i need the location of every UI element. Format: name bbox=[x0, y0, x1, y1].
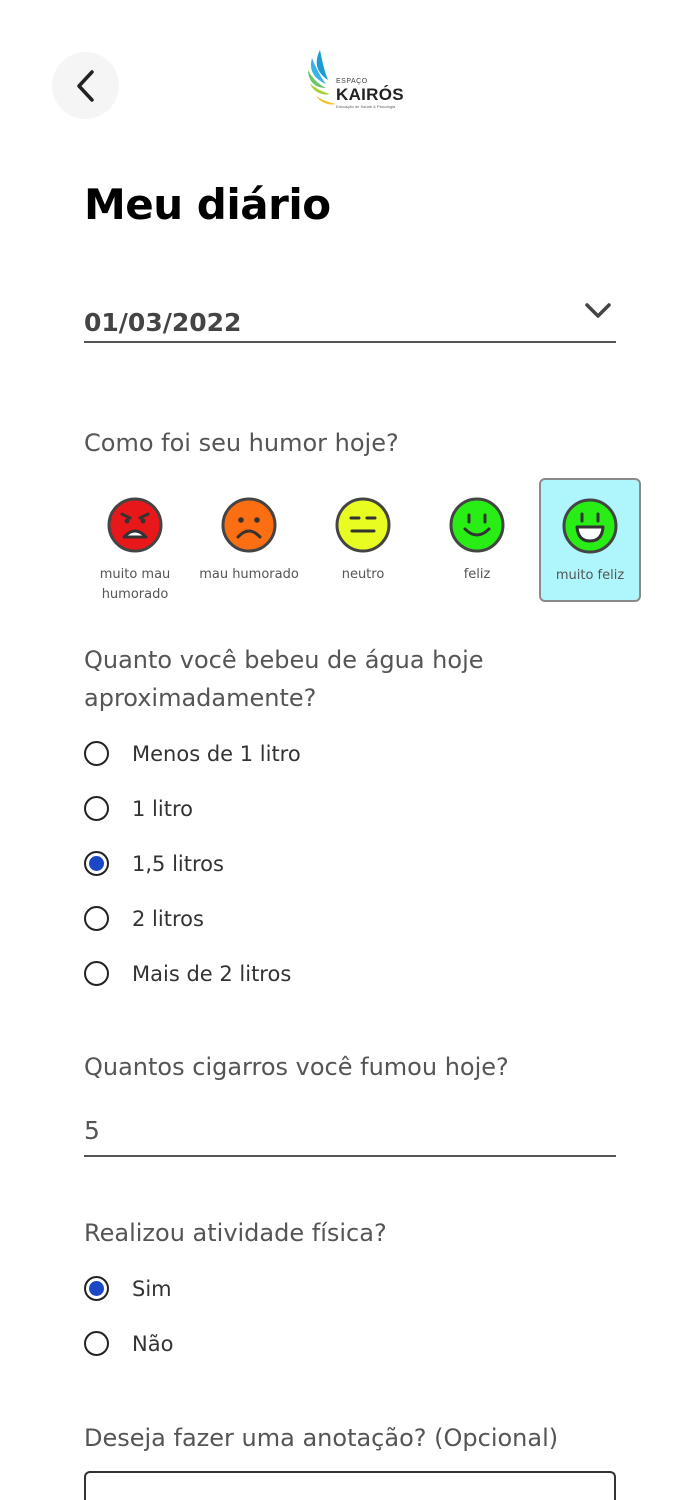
water-options: Menos de 1 litro 1 litro 1,5 litros 2 li… bbox=[84, 726, 301, 1001]
water-option[interactable]: Menos de 1 litro bbox=[84, 726, 301, 781]
water-option[interactable]: 2 litros bbox=[84, 891, 301, 946]
water-option[interactable]: 1,5 litros bbox=[84, 836, 301, 891]
cigarettes-value: 5 bbox=[84, 1116, 100, 1145]
water-option[interactable]: Mais de 2 litros bbox=[84, 946, 301, 1001]
mood-selector: muito mau humorado mau humorado neutro f… bbox=[78, 478, 642, 602]
water-option[interactable]: 1 litro bbox=[84, 781, 301, 836]
radio-button[interactable] bbox=[84, 851, 109, 876]
mood-option-very-happy[interactable]: muito feliz bbox=[539, 478, 641, 602]
mood-label: feliz bbox=[463, 567, 491, 582]
exercise-options: Sim Não bbox=[84, 1261, 173, 1371]
chevron-down-icon bbox=[585, 302, 611, 318]
very-angry-face-icon bbox=[107, 497, 163, 553]
radio-label: 2 litros bbox=[132, 906, 204, 931]
radio-label: 1 litro bbox=[132, 796, 193, 821]
radio-button[interactable] bbox=[84, 1331, 109, 1356]
mood-option-happy[interactable]: feliz bbox=[426, 478, 528, 602]
logo-main-text: KAIRÓS bbox=[336, 85, 404, 104]
date-dropdown[interactable]: 01/03/2022 bbox=[84, 290, 616, 343]
smile-face-icon bbox=[449, 497, 505, 553]
radio-button[interactable] bbox=[84, 741, 109, 766]
radio-label: Não bbox=[132, 1331, 174, 1356]
radio-label: Menos de 1 litro bbox=[132, 741, 301, 766]
mood-option-neutral[interactable]: neutro bbox=[312, 478, 414, 602]
note-textarea[interactable] bbox=[84, 1471, 616, 1500]
mood-option-bad[interactable]: mau humorado bbox=[198, 478, 300, 602]
exercise-option[interactable]: Sim bbox=[84, 1261, 173, 1316]
radio-label: Sim bbox=[132, 1276, 172, 1301]
note-question: Deseja fazer uma anotação? (Opcional) bbox=[84, 1424, 559, 1452]
water-question: Quanto você bebeu de água hoje aproximad… bbox=[84, 641, 484, 717]
back-button[interactable] bbox=[52, 52, 119, 119]
neutral-face-icon bbox=[335, 497, 391, 553]
radio-button[interactable] bbox=[84, 796, 109, 821]
radio-button[interactable] bbox=[84, 906, 109, 931]
big-smile-face-icon bbox=[562, 498, 618, 554]
cigarettes-input[interactable]: 5 bbox=[84, 1103, 616, 1157]
exercise-option[interactable]: Não bbox=[84, 1316, 173, 1371]
exercise-question: Realizou atividade física? bbox=[84, 1219, 387, 1247]
chevron-left-icon bbox=[76, 69, 94, 102]
page-title: Meu diário bbox=[84, 180, 331, 229]
radio-button[interactable] bbox=[84, 961, 109, 986]
logo-tagline: Educação de Saúde & Psicologia bbox=[336, 104, 396, 109]
mood-label: mau humorado bbox=[199, 567, 299, 582]
logo-small-text: ESPAÇO bbox=[336, 78, 368, 85]
radio-label: Mais de 2 litros bbox=[132, 961, 292, 986]
mood-label: muito feliz bbox=[555, 568, 625, 583]
cigarettes-question: Quantos cigarros você fumou hoje? bbox=[84, 1053, 509, 1081]
radio-button[interactable] bbox=[84, 1276, 109, 1301]
radio-label: 1,5 litros bbox=[132, 851, 224, 876]
water-question-line2: aproximadamente? bbox=[84, 684, 317, 712]
kairos-logo: ESPAÇO KAIRÓS Educação de Saúde & Psicol… bbox=[306, 48, 406, 114]
sad-face-icon bbox=[221, 497, 277, 553]
mood-option-very-bad[interactable]: muito mau humorado bbox=[84, 478, 186, 602]
mood-label: muito mau humorado bbox=[99, 567, 171, 602]
date-value: 01/03/2022 bbox=[84, 308, 242, 337]
water-question-line1: Quanto você bebeu de água hoje bbox=[84, 646, 484, 674]
mood-question: Como foi seu humor hoje? bbox=[84, 429, 399, 457]
mood-label: neutro bbox=[341, 567, 385, 582]
